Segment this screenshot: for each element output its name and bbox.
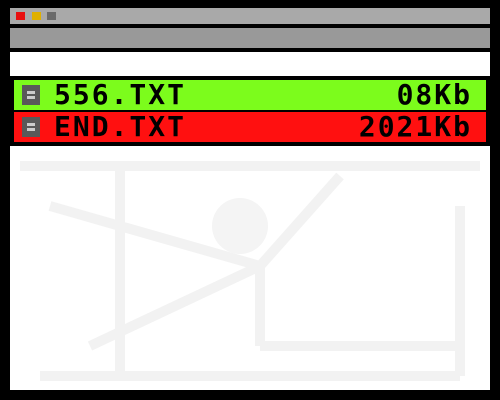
maximize-button[interactable] bbox=[47, 12, 56, 20]
address-bar[interactable] bbox=[10, 52, 490, 76]
title-bar[interactable] bbox=[10, 8, 490, 24]
file-list: 556.TXT 08Kb END.TXT 2021Kb bbox=[14, 80, 486, 144]
background-art bbox=[20, 161, 480, 381]
file-size: 2021Kb bbox=[358, 110, 472, 143]
close-button[interactable] bbox=[16, 12, 25, 20]
document-icon bbox=[22, 117, 40, 137]
file-size: 08Kb bbox=[396, 78, 472, 111]
app-window: 556.TXT 08Kb END.TXT 2021Kb bbox=[0, 0, 500, 400]
file-name: END.TXT bbox=[54, 110, 187, 143]
file-row-end[interactable]: END.TXT 2021Kb bbox=[14, 112, 486, 142]
file-row-556[interactable]: 556.TXT 08Kb bbox=[14, 80, 486, 110]
document-icon bbox=[22, 85, 40, 105]
file-name: 556.TXT bbox=[54, 78, 187, 111]
minimize-button[interactable] bbox=[32, 12, 41, 20]
content-area bbox=[10, 146, 490, 390]
toolbar bbox=[10, 28, 490, 48]
